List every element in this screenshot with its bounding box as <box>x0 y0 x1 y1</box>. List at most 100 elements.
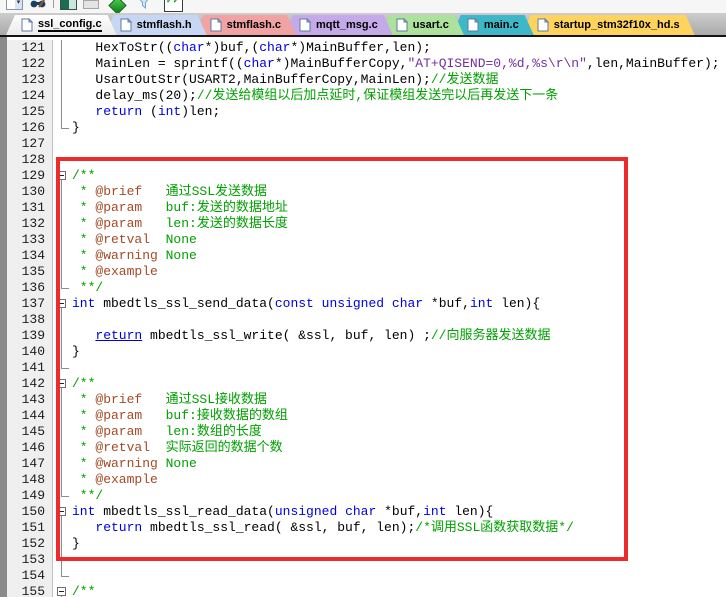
tab-ssl-config-c[interactable]: ssl_config.c <box>6 15 117 35</box>
code-segment: * <box>72 456 96 471</box>
code-segment: char <box>173 40 205 55</box>
code-segment: @example <box>95 472 158 487</box>
code-segment: } <box>72 120 80 135</box>
line-number: 149 <box>7 488 53 504</box>
code-line[interactable]: 155 /** <box>7 584 720 597</box>
code-segment: mbedtls_ssl_write( &ssl, buf, len) ; <box>142 328 431 343</box>
code-segment: * <box>72 232 96 247</box>
tab-usart-c[interactable]: usart.c <box>381 15 464 35</box>
line-number: 147 <box>7 456 53 472</box>
document-icon <box>467 18 479 32</box>
code-line[interactable]: 133 * @retval None <box>7 232 720 248</box>
fold-margin <box>53 504 72 520</box>
code-segment: int <box>72 504 96 519</box>
tab-startup-stm32f10x-hd-s[interactable]: startup_stm32f10x_hd.s <box>522 15 695 35</box>
fold-margin <box>53 184 72 200</box>
code-segment: @param <box>95 200 143 215</box>
code-line[interactable]: 128 <box>7 152 720 168</box>
fold-margin <box>53 456 72 472</box>
code-line[interactable]: 135 * @example <box>7 264 720 280</box>
code-segment: @warning <box>95 248 158 263</box>
tab-stmflash-c[interactable]: stmflash.c <box>195 15 296 35</box>
fold-line <box>61 40 62 56</box>
code-segment: int <box>157 104 182 119</box>
fold-end-icon <box>61 128 69 129</box>
code-line[interactable]: 149 **/ <box>7 488 720 504</box>
code-line[interactable]: 122 MainLen = sprintf((char*)MainBufferC… <box>7 56 720 72</box>
code-line[interactable]: 124 delay_ms(20);//发送给模组以后加点延时,保证模组发送完以后… <box>7 88 720 104</box>
tab-label: mqtt_msg.c <box>316 19 378 31</box>
tab-stmflash-h[interactable]: stmflash.h <box>105 15 207 35</box>
code-line[interactable]: 123 UsartOutStr(USART2,MainBufferCopy,Ma… <box>7 72 720 88</box>
fold-line <box>61 264 62 280</box>
code-segment: * <box>72 440 96 455</box>
code-line[interactable]: 145 * @param len:数组的长度 <box>7 424 720 440</box>
find-in-files-icon[interactable] <box>29 0 47 13</box>
fold-line <box>61 280 62 288</box>
fold-line <box>61 552 62 568</box>
code-segment: MainLen = sprintf(( <box>72 56 244 71</box>
tab-label: usart.c <box>412 19 449 31</box>
fold-line <box>61 216 62 232</box>
fold-toggle-icon[interactable] <box>57 379 66 388</box>
document-icon <box>396 18 408 32</box>
code-line[interactable]: 137 int mbedtls_ssl_send_data(const unsig… <box>7 296 720 312</box>
configure-target-icon[interactable] <box>60 0 77 10</box>
code-line[interactable]: 152} <box>7 536 720 552</box>
manage-items-icon[interactable]: ✓✓ <box>164 0 183 12</box>
document-icon <box>21 18 33 32</box>
filter-icon[interactable] <box>136 0 152 13</box>
code-line[interactable]: 154 <box>7 568 720 584</box>
code-line[interactable]: 153 <box>7 552 720 568</box>
fold-toggle-icon[interactable] <box>57 171 66 180</box>
code-segment: None <box>157 248 197 263</box>
code-segment: *)buf,( <box>204 40 260 55</box>
code-line[interactable]: 144 * @param buf:接收数据的数组 <box>7 408 720 424</box>
code-segment: char <box>345 504 377 519</box>
fold-margin <box>53 488 72 504</box>
code-line[interactable]: 136 **/ <box>7 280 720 296</box>
window-icon[interactable] <box>83 0 99 9</box>
code-line[interactable]: 121 HexToStr((char*)buf,(char*)MainBuffe… <box>7 40 720 56</box>
tab-main-c[interactable]: main.c <box>452 15 534 35</box>
code-line[interactable]: 138 <box>7 312 720 328</box>
diamond-icon[interactable] <box>108 0 127 13</box>
code-segment: * <box>72 248 96 263</box>
code-line[interactable]: 130 * @brief 通过SSL发送数据 <box>7 184 720 200</box>
tab-mqtt-msg-c[interactable]: mqtt_msg.c <box>284 15 393 35</box>
code-line[interactable]: 134 * @warning None <box>7 248 720 264</box>
line-number: 140 <box>7 344 53 360</box>
line-number: 123 <box>7 72 53 88</box>
line-number: 135 <box>7 264 53 280</box>
code-line[interactable]: 148 * @example <box>7 472 720 488</box>
code-text: * @example <box>72 472 158 488</box>
code-line[interactable]: 125 return (int)len; <box>7 104 720 120</box>
code-line[interactable]: 131 * @param buf:发送的数据地址 <box>7 200 720 216</box>
fold-toggle-icon[interactable] <box>57 299 66 308</box>
tab-label: main.c <box>483 19 519 31</box>
code-line[interactable]: 127 <box>7 136 720 152</box>
code-line[interactable]: 150 int mbedtls_ssl_read_data(unsigned ch… <box>7 504 720 520</box>
tab-label: startup_stm32f10x_hd.s <box>553 19 680 31</box>
code-line[interactable]: 141 <box>7 360 720 376</box>
code-line[interactable]: 142 /** <box>7 376 720 392</box>
code-line[interactable]: 143 * @brief 通过SSL接收数据 <box>7 392 720 408</box>
code-line[interactable]: 129 /** <box>7 168 720 184</box>
code-line[interactable]: 132 * @param len:发送的数据长度 <box>7 216 720 232</box>
code-line[interactable]: 126} <box>7 120 720 136</box>
code-segment: * <box>72 216 96 231</box>
fold-line <box>61 184 62 200</box>
code-line[interactable]: 151 return mbedtls_ssl_read( &ssl, buf, … <box>7 520 720 536</box>
fold-margin <box>53 360 72 376</box>
code-segment: char <box>259 40 291 55</box>
code-line[interactable]: 146 * @retval 实际返回的数据个数 <box>7 440 720 456</box>
dropdown-select[interactable]: ▾ <box>6 0 23 10</box>
fold-line <box>61 312 62 328</box>
code-line[interactable]: 140} <box>7 344 720 360</box>
code-line[interactable]: 147 * @warning None <box>7 456 720 472</box>
code-line[interactable]: 139 return mbedtls_ssl_write( &ssl, buf,… <box>7 328 720 344</box>
code-editor[interactable]: 121 HexToStr((char*)buf,(char*)MainBuffe… <box>0 37 726 597</box>
fold-toggle-icon[interactable] <box>57 587 66 596</box>
code-segment: return <box>95 328 143 343</box>
fold-toggle-icon[interactable] <box>57 507 66 516</box>
